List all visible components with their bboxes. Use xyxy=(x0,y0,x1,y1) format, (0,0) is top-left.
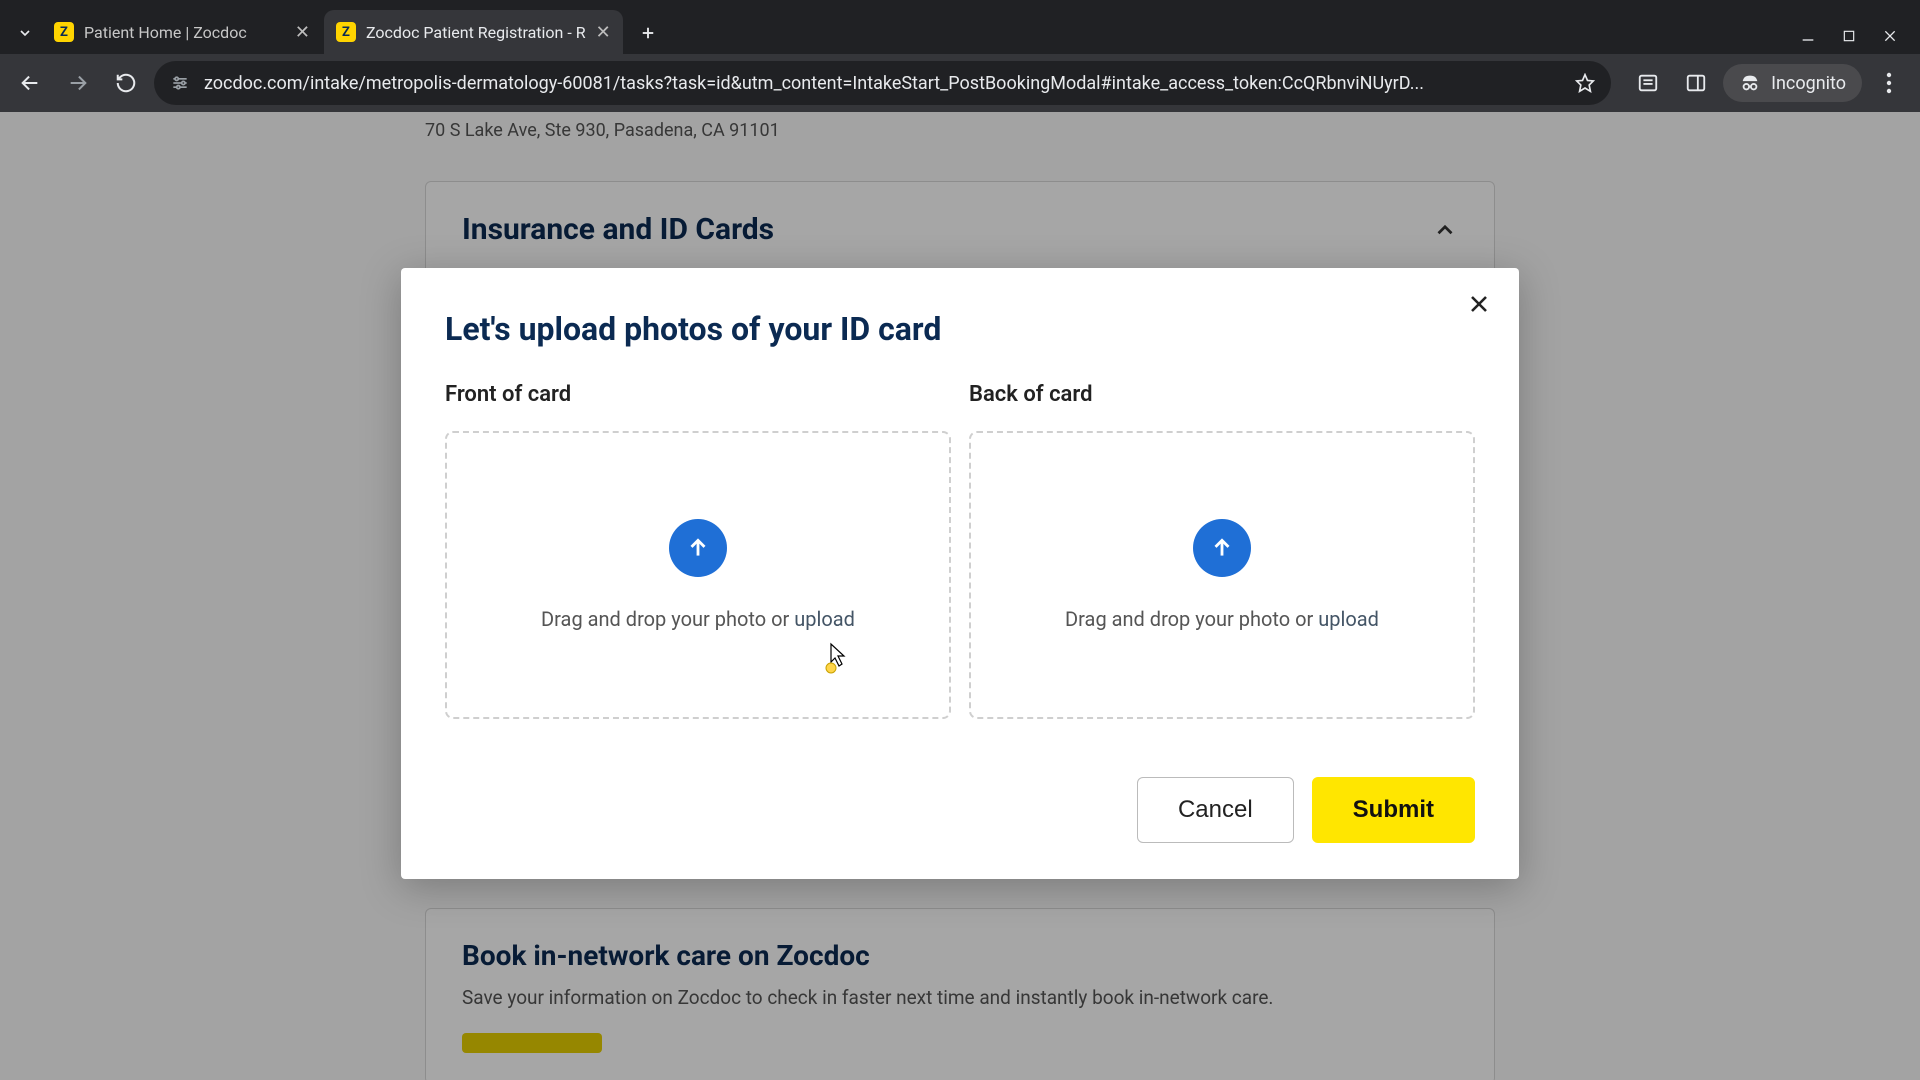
url-text: zocdoc.com/intake/metropolis-dermatology… xyxy=(204,73,1561,94)
front-card-dropzone[interactable]: Drag and drop your photo or upload xyxy=(445,431,951,719)
tab-strip: Z Patient Home | Zocdoc ✕ Z Zocdoc Patie… xyxy=(42,0,1786,54)
browser-tab-patient-home[interactable]: Z Patient Home | Zocdoc ✕ xyxy=(42,10,322,54)
zocdoc-favicon: Z xyxy=(336,22,356,42)
cancel-button[interactable]: Cancel xyxy=(1137,777,1294,843)
incognito-label: Incognito xyxy=(1771,73,1846,94)
back-of-card-label: Back of card xyxy=(969,382,1475,407)
browser-tab-registration[interactable]: Z Zocdoc Patient Registration - R ✕ xyxy=(324,10,623,54)
site-settings-icon[interactable] xyxy=(170,73,190,93)
upload-id-modal: Let's upload photos of your ID card Fron… xyxy=(401,268,1519,879)
reload-button[interactable] xyxy=(106,63,146,103)
minimize-icon[interactable] xyxy=(1800,28,1816,44)
reading-list-icon[interactable] xyxy=(1627,62,1669,104)
forward-button[interactable] xyxy=(58,63,98,103)
bookmark-icon[interactable] xyxy=(1575,73,1595,93)
dropzone-text: Drag and drop your photo or upload xyxy=(541,607,855,631)
close-icon[interactable] xyxy=(1461,286,1497,322)
new-tab-button[interactable] xyxy=(631,16,665,50)
upload-link[interactable]: upload xyxy=(794,607,855,631)
address-bar[interactable]: zocdoc.com/intake/metropolis-dermatology… xyxy=(154,61,1611,105)
incognito-indicator[interactable]: Incognito xyxy=(1723,64,1862,102)
tab-title: Zocdoc Patient Registration - R xyxy=(366,23,586,42)
close-tab-icon[interactable]: ✕ xyxy=(295,22,310,43)
dropzone-text: Drag and drop your photo or upload xyxy=(1065,607,1379,631)
zocdoc-favicon: Z xyxy=(54,22,74,42)
upload-icon xyxy=(669,519,727,577)
maximize-icon[interactable] xyxy=(1842,29,1856,43)
window-controls xyxy=(1786,28,1912,54)
upload-link[interactable]: upload xyxy=(1318,607,1379,631)
chrome-menu-icon[interactable] xyxy=(1868,62,1910,104)
close-tab-icon[interactable]: ✕ xyxy=(596,22,611,43)
front-of-card-label: Front of card xyxy=(445,382,951,407)
tab-title: Patient Home | Zocdoc xyxy=(84,23,285,42)
close-window-icon[interactable] xyxy=(1882,28,1898,44)
modal-title: Let's upload photos of your ID card xyxy=(445,310,1475,348)
back-button[interactable] xyxy=(10,63,50,103)
side-panel-icon[interactable] xyxy=(1675,62,1717,104)
tab-search-dropdown[interactable] xyxy=(8,16,42,50)
upload-icon xyxy=(1193,519,1251,577)
submit-button[interactable]: Submit xyxy=(1312,777,1475,843)
back-card-dropzone[interactable]: Drag and drop your photo or upload xyxy=(969,431,1475,719)
